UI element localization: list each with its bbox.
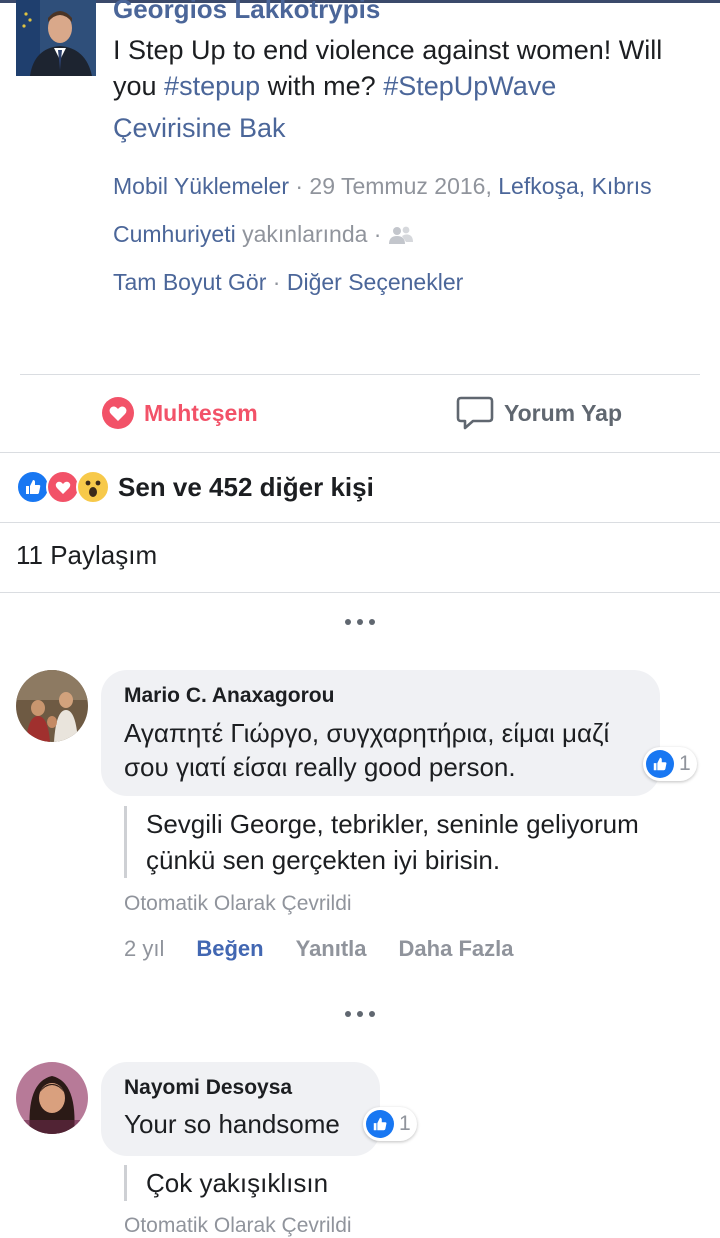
wow-reaction-icon xyxy=(76,470,110,504)
post-meta-line-1: Mobil Yüklemeler · 29 Temmuz 2016, Lefko… xyxy=(113,172,652,200)
more-dots-icon[interactable] xyxy=(345,1010,375,1018)
more-options-link[interactable]: Diğer Seçenekler xyxy=(287,269,463,295)
like-button[interactable]: Muhteşem xyxy=(102,388,258,438)
location-link-cont[interactable]: Cumhuriyeti xyxy=(113,221,236,247)
comment-translation: Çok yakışıklısın xyxy=(124,1165,706,1201)
comment-icon xyxy=(456,396,494,430)
auto-translated-label[interactable]: Otomatik Olarak Çevrildi xyxy=(124,892,352,916)
friends-audience-icon xyxy=(388,223,414,244)
post-meta-line-3: Tam Boyut Gör · Diğer Seçenekler xyxy=(113,268,463,296)
comment-author[interactable]: Nayomi Desoysa xyxy=(124,1076,292,1100)
heart-icon xyxy=(102,397,134,429)
album-link[interactable]: Mobil Yüklemeler xyxy=(113,173,289,199)
see-translation-link[interactable]: Çevirisine Bak xyxy=(113,113,286,144)
hashtag-stepup[interactable]: #stepup xyxy=(164,71,260,101)
comment-button-label: Yorum Yap xyxy=(504,399,623,426)
reactions-summary[interactable]: Sen ve 452 diğer kişi xyxy=(16,466,374,508)
divider xyxy=(0,522,720,523)
near-text: yakınlarında · xyxy=(235,221,388,247)
comment-bubble[interactable]: Nayomi Desoysa Your so handsome xyxy=(101,1062,380,1156)
like-reaction-icon xyxy=(366,1110,394,1138)
comment-reply-button[interactable]: Yanıtla xyxy=(296,936,367,962)
location-link[interactable]: Lefkoşa, Kıbrıs xyxy=(498,173,651,199)
commenter-avatar[interactable] xyxy=(16,670,88,742)
comment-bubble[interactable]: Mario C. Anaxagorou Αγαπητέ Γιώργο, συγχ… xyxy=(101,670,660,796)
more-dots-icon[interactable] xyxy=(345,618,375,626)
post-date: · 29 Temmuz 2016, xyxy=(288,173,499,199)
comment-like-count[interactable]: 1 xyxy=(363,1107,417,1141)
post-author-name[interactable]: Georgios Lakkotrypis xyxy=(113,0,380,25)
divider xyxy=(0,452,720,453)
comment-button[interactable]: Yorum Yap xyxy=(456,388,622,438)
comment-more-button[interactable]: Daha Fazla xyxy=(399,936,514,962)
post-text-part: with me? xyxy=(260,71,384,101)
comment-time: 2 yıl xyxy=(124,936,165,961)
like-reaction-icon xyxy=(16,470,50,504)
shares-count[interactable]: 11 Paylaşım xyxy=(16,540,157,571)
comment-like-count[interactable]: 1 xyxy=(643,747,697,781)
comment-text: Your so handsome xyxy=(124,1109,340,1139)
post-text: I Step Up to end violence against women!… xyxy=(113,32,703,104)
comment-actions: 2 yıl Beğen Yanıtla Daha Fazla xyxy=(124,936,513,962)
like-reaction-icon xyxy=(646,750,674,778)
commenter-avatar[interactable] xyxy=(16,1062,88,1134)
like-count: 1 xyxy=(399,1112,411,1135)
reactions-count-text: Sen ve 452 diğer kişi xyxy=(118,471,374,502)
author-avatar[interactable] xyxy=(16,0,96,76)
divider xyxy=(20,374,700,375)
love-reaction-icon xyxy=(46,470,80,504)
divider xyxy=(0,592,720,593)
comment-author[interactable]: Mario C. Anaxagorou xyxy=(124,684,334,708)
like-count: 1 xyxy=(679,752,691,775)
like-button-label: Muhteşem xyxy=(144,399,258,426)
meta-separator: · xyxy=(266,269,287,295)
post-meta-line-2: Cumhuriyeti yakınlarında · xyxy=(113,220,414,248)
comment-text: Αγαπητέ Γιώργο, συγχαρητήρια, είμαι μαζί… xyxy=(124,718,610,782)
hashtag-stepupwave[interactable]: #StepUpWave xyxy=(383,71,556,101)
full-size-link[interactable]: Tam Boyut Gör xyxy=(113,269,266,295)
auto-translated-label[interactable]: Otomatik Olarak Çevrildi xyxy=(124,1214,352,1238)
comment-translation: Sevgili George, tebrikler, seninle geliy… xyxy=(124,806,706,878)
comment-like-button[interactable]: Beğen xyxy=(196,936,263,962)
